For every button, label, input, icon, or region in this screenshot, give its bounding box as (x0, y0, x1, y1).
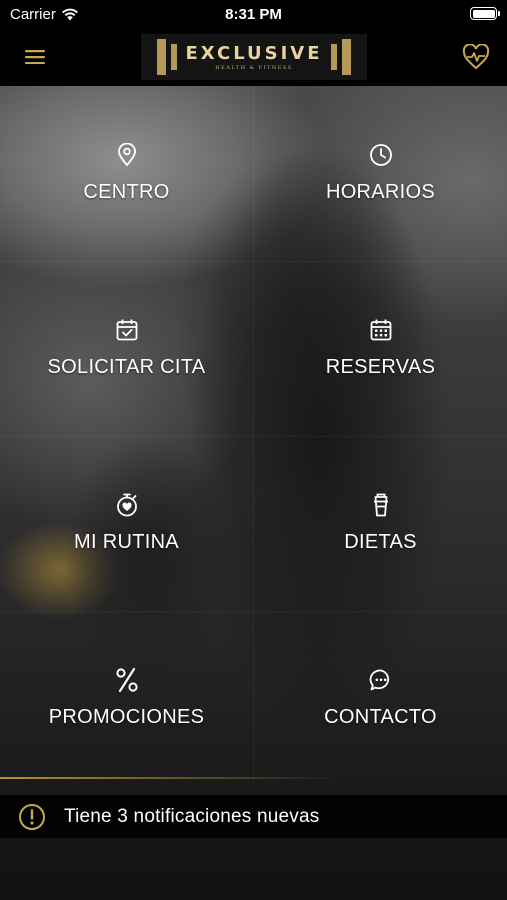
status-bar: Carrier 8:31 PM (0, 0, 507, 28)
menu-tile-reservas[interactable]: RESERVAS (254, 261, 507, 436)
status-time: 8:31 PM (225, 6, 282, 23)
heart-pulse-icon (462, 44, 490, 70)
logo-title: EXCLUSIVE (185, 43, 323, 64)
menu-tile-label: HORARIOS (325, 181, 436, 203)
chat-bubble-icon (369, 667, 393, 693)
battery-icon (470, 7, 500, 20)
drink-cup-icon (372, 492, 390, 518)
main-menu-grid: CENTRO HORARIOS SOLICITAR CITA RESERVAS … (0, 86, 507, 786)
menu-tile-contacto[interactable]: CONTACTO (254, 611, 507, 786)
hamburger-menu-icon (25, 50, 45, 64)
nav-bar: EXCLUSIVE HEALTH & FITNESS (0, 28, 507, 86)
calendar-check-icon (115, 317, 139, 343)
notification-banner[interactable]: Tiene 3 notificaciones nuevas (0, 795, 507, 838)
menu-tile-label: CONTACTO (324, 706, 437, 728)
stopwatch-heart-icon (116, 492, 138, 518)
menu-tile-label: SOLICITAR CITA (47, 356, 206, 378)
notification-text: Tiene 3 notificaciones nuevas (64, 806, 320, 827)
menu-tile-mi-rutina[interactable]: MI RUTINA (0, 436, 253, 611)
menu-tile-dietas[interactable]: DIETAS (254, 436, 507, 611)
menu-tile-promociones[interactable]: PROMOCIONES (0, 611, 253, 786)
location-pin-icon (117, 142, 137, 168)
logo-bar-left-outer (157, 39, 166, 75)
menu-tile-label: PROMOCIONES (48, 706, 205, 728)
logo-bar-right-outer (342, 39, 351, 75)
menu-tile-label: MI RUTINA (74, 531, 179, 553)
menu-tile-label: DIETAS (344, 531, 417, 553)
alert-circle-icon (19, 804, 45, 830)
menu-tile-centro[interactable]: CENTRO (0, 86, 253, 261)
logo-text: EXCLUSIVE HEALTH & FITNESS (185, 43, 322, 71)
logo-subtitle: HEALTH & FITNESS (215, 65, 293, 71)
brand-logo: EXCLUSIVE HEALTH & FITNESS (141, 34, 367, 80)
clock-icon (369, 142, 393, 168)
menu-tile-horarios[interactable]: HORARIOS (254, 86, 507, 261)
logo-bar-right-inner (331, 44, 337, 70)
menu-tile-solicitar-cita[interactable]: SOLICITAR CITA (0, 261, 253, 436)
health-button[interactable] (459, 40, 493, 74)
calendar-grid-icon (369, 317, 393, 343)
menu-tile-label: CENTRO (83, 181, 170, 203)
logo-bar-left-inner (171, 44, 177, 70)
menu-tile-label: RESERVAS (325, 356, 436, 378)
menu-button[interactable] (18, 42, 52, 72)
percent-icon (115, 667, 139, 693)
